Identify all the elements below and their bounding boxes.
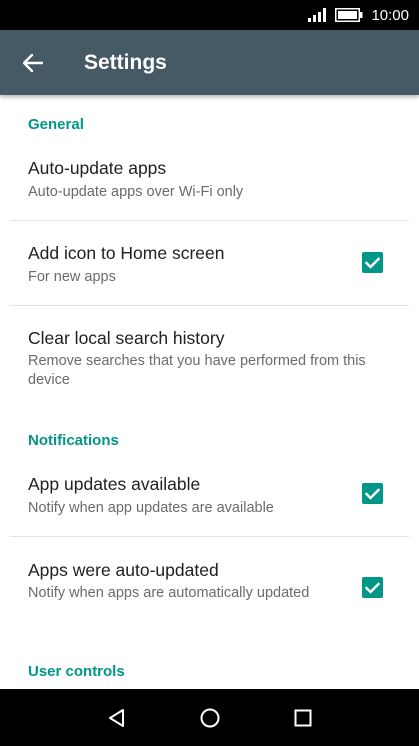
battery-icon — [335, 8, 363, 22]
navigation-bar — [0, 689, 419, 746]
square-recents-icon — [294, 709, 312, 727]
setting-subtitle: Remove searches that you have performed … — [28, 353, 366, 388]
setting-app-updates-available[interactable]: App updates available Notify when app up… — [0, 450, 419, 536]
setting-auto-update-apps[interactable]: Auto-update apps Auto-update apps over W… — [0, 147, 419, 220]
settings-list[interactable]: General Auto-update apps Auto-update app… — [0, 95, 419, 689]
setting-title: Add icon to Home screen — [28, 243, 225, 263]
triangle-back-icon — [109, 709, 124, 727]
check-icon — [365, 256, 380, 269]
app-updates-checkbox[interactable] — [362, 483, 383, 504]
signal-icon — [308, 8, 327, 22]
section-header-general: General — [28, 116, 84, 133]
add-icon-checkbox[interactable] — [362, 252, 383, 273]
setting-subtitle: Notify when app updates are available — [28, 500, 274, 516]
page-title: Settings — [84, 51, 167, 74]
setting-title: App updates available — [28, 474, 201, 494]
check-icon — [365, 487, 380, 500]
auto-updated-checkbox[interactable] — [362, 577, 383, 598]
setting-clear-search-history[interactable]: Clear local search history Remove search… — [0, 306, 419, 401]
setting-subtitle: Notify when apps are automatically updat… — [28, 585, 310, 601]
setting-title: Apps were auto-updated — [28, 560, 219, 580]
status-icons: 10:00 — [307, 0, 409, 30]
arrow-left-icon — [23, 54, 43, 72]
check-icon — [365, 581, 380, 594]
nav-home-button[interactable] — [195, 703, 225, 733]
status-time: 10:00 — [371, 6, 409, 24]
nav-recents-button[interactable] — [288, 703, 318, 733]
circle-home-icon — [200, 708, 220, 728]
setting-subtitle: For new apps — [28, 269, 116, 285]
app-bar: Settings — [0, 30, 419, 95]
section-header-notifications: Notifications — [28, 432, 119, 449]
setting-apps-auto-updated[interactable]: Apps were auto-updated Notify when apps … — [0, 537, 419, 642]
setting-subtitle: Auto-update apps over Wi-Fi only — [28, 184, 244, 200]
status-bar: 10:00 — [0, 0, 419, 30]
setting-title: Clear local search history — [28, 328, 225, 348]
setting-add-icon-home-screen[interactable]: Add icon to Home screen For new apps — [0, 221, 419, 305]
nav-back-button[interactable] — [102, 703, 132, 733]
setting-title: Auto-update apps — [28, 158, 167, 178]
section-header-user-controls: User controls — [28, 663, 125, 680]
back-button[interactable] — [14, 44, 52, 82]
